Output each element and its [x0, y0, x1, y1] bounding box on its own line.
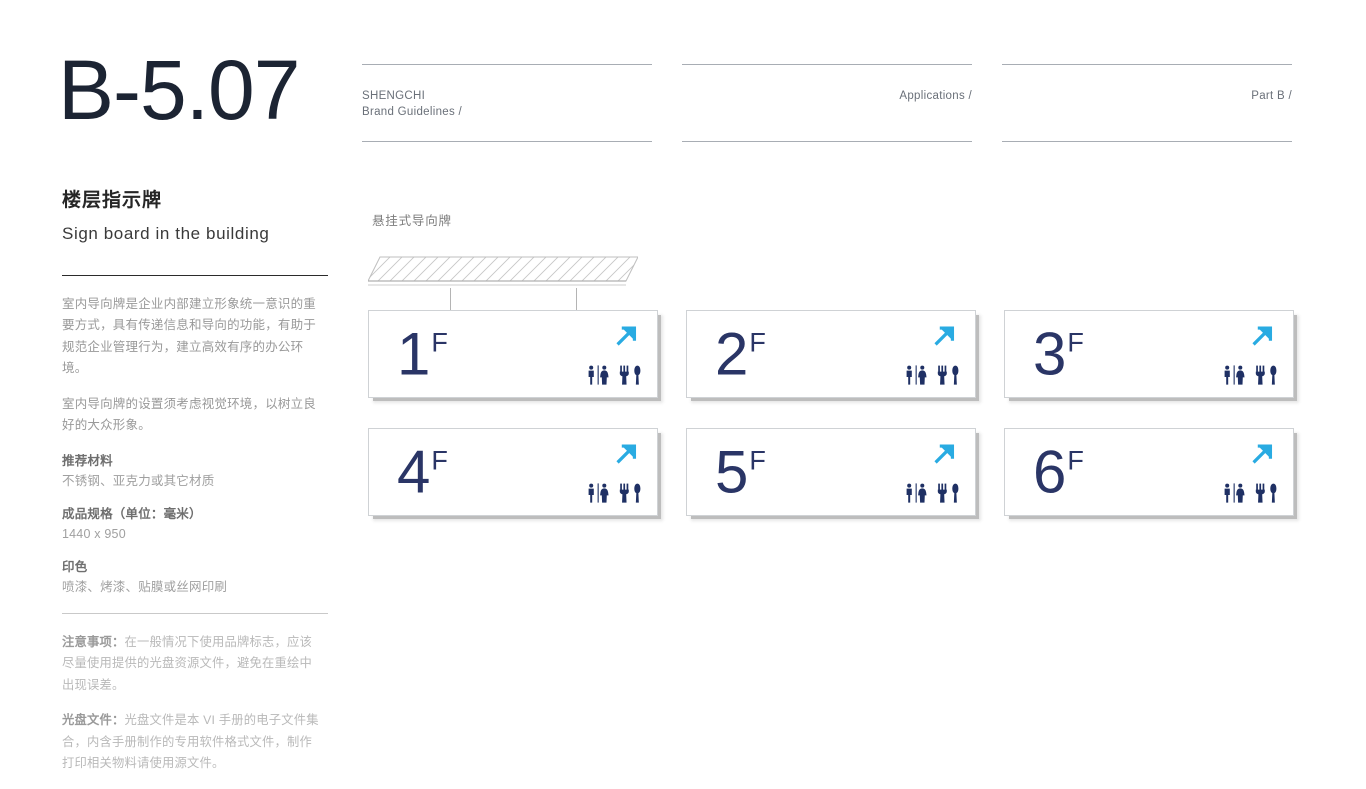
floor-digit: 1 [397, 320, 431, 388]
restroom-icon [1224, 365, 1245, 385]
arrow-northeast-icon [616, 444, 637, 464]
title-block: 楼层指示牌 Sign board in the building [62, 188, 330, 245]
floor-number: 5 F [715, 438, 766, 506]
panel-icon-group [571, 321, 641, 389]
notes-block: 注意事项：在一般情况下使用品牌标志，应该尽量使用提供的光盘资源文件，避免在重绘中… [62, 632, 324, 775]
floor-suffix: F [431, 327, 448, 358]
floor-suffix: F [1067, 327, 1084, 358]
description-block: 室内导向牌是企业内部建立形象统一意识的重要方式，具有传递信息和导向的功能，有助于… [62, 294, 322, 597]
spec-printing: 印色 喷漆、烤漆、贴膜或丝网印刷 [62, 557, 322, 597]
sign-panel[interactable]: 3 F [1004, 310, 1294, 398]
panel-pictograms [587, 483, 641, 503]
floor-number: 2 F [715, 320, 766, 388]
panel-pictograms [905, 483, 959, 503]
note-label: 光盘文件： [62, 713, 125, 728]
floor-digit: 2 [715, 320, 749, 388]
panel-pictograms [1223, 365, 1277, 385]
note-label: 注意事项： [62, 634, 125, 649]
restaurant-icon [1255, 483, 1277, 503]
panel-icon-group [889, 439, 959, 507]
spec-value: 喷漆、烤漆、贴膜或丝网印刷 [62, 579, 228, 594]
floor-digit: 3 [1033, 320, 1067, 388]
sign-panel-grid: 1 F 2 F 3 F 4 F 5 F 6 F [368, 310, 1318, 516]
note-precautions: 注意事项：在一般情况下使用品牌标志，应该尽量使用提供的光盘资源文件，避免在重绘中… [62, 632, 324, 697]
header-brand-name: SHENGCHI [362, 90, 426, 102]
restaurant-icon [937, 483, 959, 503]
spec-label: 成品规格（单位：毫米） [62, 506, 202, 521]
floor-digit: 5 [715, 438, 749, 506]
restroom-icon [906, 483, 927, 503]
description-paragraph: 室内导向牌是企业内部建立形象统一意识的重要方式，具有传递信息和导向的功能，有助于… [62, 296, 317, 376]
restroom-icon [1224, 483, 1245, 503]
arrow-northeast-icon [934, 444, 955, 464]
panel-pictograms [587, 365, 641, 385]
floor-number: 4 F [397, 438, 448, 506]
panel-pictograms [1223, 483, 1277, 503]
floor-number: 1 F [397, 320, 448, 388]
floor-number: 6 F [1033, 438, 1084, 506]
arrow-northeast-icon [1252, 444, 1273, 464]
sign-panel[interactable]: 1 F [368, 310, 658, 398]
header-part-cell: Part B / [1002, 64, 1292, 142]
floor-suffix: F [749, 327, 766, 358]
note-disc-files: 光盘文件：光盘文件是本 VI 手册的电子文件集合，内含手册制作的专用软件格式文件… [62, 710, 324, 775]
header-brand-cell: SHENGCHI Brand Guidelines / [362, 64, 652, 142]
sidebar: B-5.07 楼层指示牌 Sign board in the building … [58, 48, 330, 789]
page-title-cn: 楼层指示牌 [62, 190, 163, 211]
arrow-northeast-icon [616, 326, 637, 346]
spec-material: 推荐材料 不锈钢、亚克力或其它材质 [62, 451, 322, 491]
page-code: B-5.07 [58, 43, 301, 137]
header-brand-inner: SHENGCHI Brand Guidelines / [362, 88, 652, 121]
panel-icon-group [1207, 439, 1277, 507]
sign-panel[interactable]: 6 F [1004, 428, 1294, 516]
divider-dark [62, 274, 328, 276]
floor-suffix: F [749, 445, 766, 476]
floor-suffix: F [1067, 445, 1084, 476]
spec-value: 1440 x 950 [62, 526, 126, 541]
page-title-en: Sign board in the building [62, 223, 270, 243]
notes-wrapper: 注意事项：在一般情况下使用品牌标志，应该尽量使用提供的光盘资源文件，避免在重绘中… [62, 612, 330, 775]
divider-light [62, 612, 328, 614]
main-stage: 悬挂式导向牌 1 F 2 F 3 F 4 F 5 F 6 F [368, 200, 1318, 540]
spec-label: 印色 [62, 559, 88, 574]
panel-pictograms [905, 365, 959, 385]
floor-suffix: F [431, 445, 448, 476]
restroom-icon [588, 365, 609, 385]
section-caption: 悬挂式导向牌 [372, 214, 452, 228]
description-paragraph: 室内导向牌的设置须考虑视觉环境，以树立良好的大众形象。 [62, 396, 317, 433]
restaurant-icon [937, 365, 959, 385]
panel-icon-group [571, 439, 641, 507]
floor-digit: 6 [1033, 438, 1067, 506]
restaurant-icon [619, 483, 641, 503]
restroom-icon [906, 365, 927, 385]
sign-panel[interactable]: 4 F [368, 428, 658, 516]
sign-panel[interactable]: 5 F [686, 428, 976, 516]
restroom-icon [588, 483, 609, 503]
restaurant-icon [1255, 365, 1277, 385]
spec-dimensions: 成品规格（单位：毫米） 1440 x 950 [62, 504, 322, 544]
header-part-label: Part B / [1251, 90, 1292, 102]
header-section-cell: Applications / [682, 64, 972, 142]
restaurant-icon [619, 365, 641, 385]
panel-icon-group [889, 321, 959, 389]
panel-icon-group [1207, 321, 1277, 389]
floor-digit: 4 [397, 438, 431, 506]
header-section-label: Applications / [899, 90, 972, 102]
spec-value: 不锈钢、亚克力或其它材质 [62, 473, 215, 488]
arrow-northeast-icon [1252, 326, 1273, 346]
sign-panel[interactable]: 2 F [686, 310, 976, 398]
header-brand-subtitle: Brand Guidelines / [362, 106, 463, 119]
page-header: SHENGCHI Brand Guidelines / Applications… [362, 64, 1292, 142]
spec-label: 推荐材料 [62, 453, 113, 468]
arrow-northeast-icon [934, 326, 955, 346]
floor-number: 3 F [1033, 320, 1084, 388]
